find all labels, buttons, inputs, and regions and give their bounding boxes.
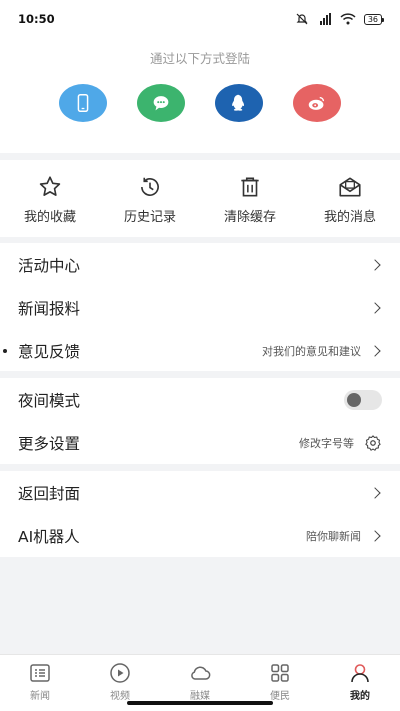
tab-video-label: 视频 [110,691,130,702]
wechat-login-button[interactable] [137,84,185,122]
chevron-right-icon [369,344,381,357]
user-icon [351,664,369,683]
wechat-icon [153,96,169,111]
toggle-knob [347,392,361,407]
menu-news-tip[interactable]: 新闻报料 [0,286,400,329]
menu-group-settings: 夜间模式 更多设置 修改字号等 [0,378,400,464]
login-section: 通过以下方式登陆 [0,38,400,153]
menu-night-mode: 夜间模式 [0,378,400,421]
history-button[interactable]: 历史记录 [100,160,200,237]
feedback-label: 意见反馈 [18,342,81,361]
tab-media-label: 融媒 [190,691,210,702]
messages-button[interactable]: 我的消息 [300,160,400,237]
cloud-icon [191,666,211,680]
feedback-hint: 对我们的意见和建议 [262,344,361,358]
back-cover-label: 返回封面 [18,484,81,503]
weibo-login-button[interactable] [293,84,341,122]
message-icon [339,177,361,197]
clear-cache-label: 清除缓存 [223,210,276,225]
status-icons: 36 [296,13,385,25]
menu-feedback[interactable]: 意见反馈 对我们的意见和建议 [0,329,400,372]
night-mode-label: 夜间模式 [18,391,81,410]
activity-center-label: 活动中心 [18,256,81,275]
signal-icon [319,13,331,25]
status-time: 10:50 [18,12,55,26]
gear-icon [365,434,381,451]
login-hint: 通过以下方式登陆 [149,51,250,66]
phone-icon [77,94,89,112]
menu-activity-center[interactable]: 活动中心 [0,243,400,286]
menu-ai-robot[interactable]: AI机器人 陪你聊新闻 [0,514,400,557]
more-settings-hint: 修改字号等 [299,436,354,450]
messages-label: 我的消息 [323,210,376,225]
more-settings-label: 更多设置 [18,434,81,453]
menu-group-activities: 活动中心 新闻报料 意见反馈 对我们的意见和建议 [0,243,400,371]
home-indicator [127,701,273,705]
grid-icon [271,664,289,682]
quick-actions: 我的收藏 历史记录 清除缓存 我的消息 [0,160,400,237]
menu-more-settings[interactable]: 更多设置 修改字号等 [0,421,400,464]
tab-news[interactable]: 新闻 [0,655,80,711]
history-icon [141,177,159,196]
tab-news-label: 新闻 [30,691,50,702]
chevron-right-icon [369,258,381,271]
phone-login-button[interactable] [59,84,107,122]
battery-icon: 36 [363,13,385,25]
star-icon [39,176,61,196]
qq-icon [232,94,245,111]
status-bar: 10:50 36 [0,0,400,38]
news-icon [30,664,50,682]
menu-group-misc: 返回封面 AI机器人 陪你聊新闻 [0,471,400,557]
wifi-icon [340,13,356,25]
ai-robot-hint: 陪你聊新闻 [306,529,361,543]
video-icon [110,663,130,683]
tab-mine[interactable]: 我的 [320,655,400,711]
menu-back-cover[interactable]: 返回封面 [0,471,400,514]
clear-cache-button[interactable]: 清除缓存 [200,160,300,237]
trash-icon [241,177,259,197]
weibo-icon [308,96,325,110]
chevron-right-icon [369,529,381,542]
mute-bell-icon [296,13,308,25]
history-label: 历史记录 [123,210,176,225]
bullet-dot [3,349,7,353]
chevron-right-icon [369,301,381,314]
news-tip-label: 新闻报料 [18,299,81,318]
tab-mine-label: 我的 [350,691,370,702]
night-mode-toggle[interactable] [344,389,382,410]
ai-robot-label: AI机器人 [18,527,80,546]
qq-login-button[interactable] [215,84,263,122]
favorites-button[interactable]: 我的收藏 [0,160,100,237]
tab-services-label: 便民 [270,691,290,702]
chevron-right-icon [369,486,381,499]
favorites-label: 我的收藏 [23,210,76,225]
